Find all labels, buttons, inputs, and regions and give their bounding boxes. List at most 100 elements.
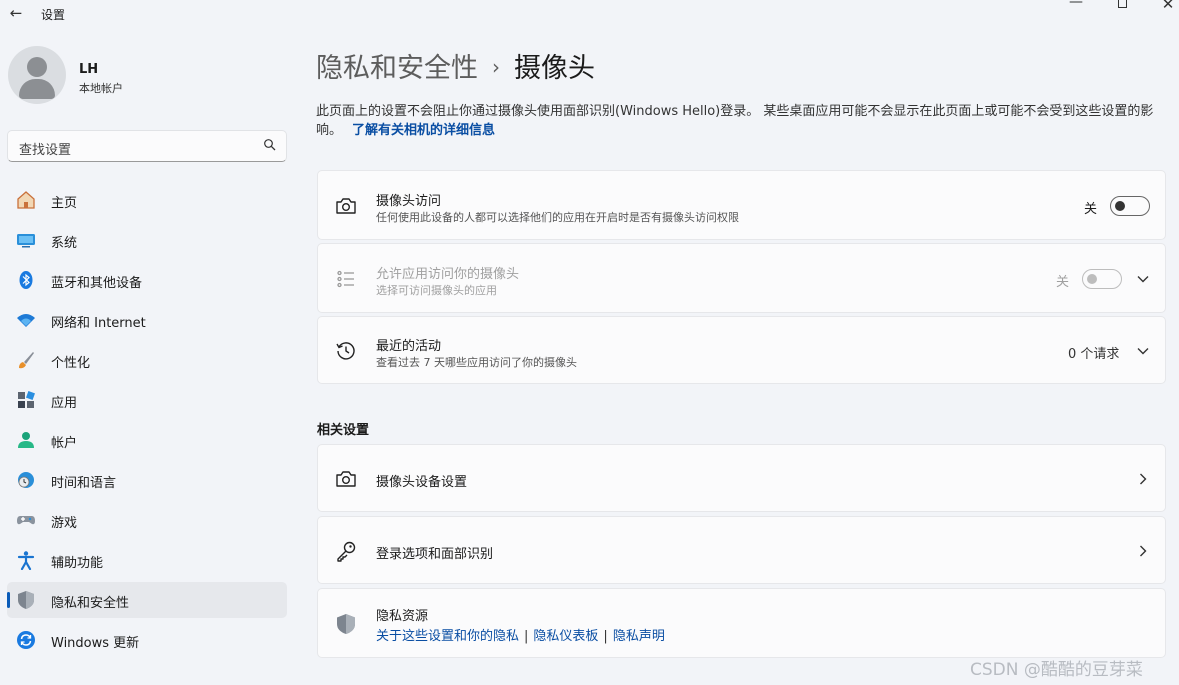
camera-access-toggle[interactable] bbox=[1110, 196, 1150, 216]
sidebar-item-label: 游戏 bbox=[51, 516, 78, 531]
camera-device-settings-link[interactable]: 摄像头设备设置 bbox=[317, 444, 1166, 512]
shield-icon bbox=[18, 591, 34, 609]
app-access-state: 关 bbox=[1056, 275, 1070, 290]
camera-icon bbox=[336, 471, 356, 487]
privacy-resources-card: 隐私资源 关于这些设置和你的隐私 | 隐私仪表板 | 隐私声明 bbox=[317, 588, 1166, 658]
sidebar-item-time-language[interactable]: 时间和语言 bbox=[7, 462, 287, 498]
camera-icon bbox=[336, 198, 356, 214]
sidebar-item-privacy-security[interactable]: 隐私和安全性 bbox=[7, 582, 287, 618]
minimize-icon: — bbox=[1069, 0, 1083, 10]
camera-access-subtitle: 任何使用此设备的人都可以选择他们的应用在开启时是否有摄像头访问权限 bbox=[376, 211, 739, 224]
active-indicator bbox=[7, 592, 10, 608]
list-icon bbox=[337, 270, 354, 288]
sidebar-nav: 主页 系统 蓝牙和其他设备 网络和 Internet 个性化 应用 帐户 时间和… bbox=[7, 182, 287, 662]
app-access-subtitle: 选择可访问摄像头的应用 bbox=[376, 284, 497, 297]
learn-more-link[interactable]: 了解有关相机的详细信息 bbox=[352, 123, 495, 138]
maximize-icon bbox=[1117, 0, 1127, 8]
page-title: 摄像头 bbox=[514, 53, 595, 84]
related-settings-heading: 相关设置 bbox=[317, 423, 370, 438]
system-icon bbox=[17, 234, 35, 248]
recent-activity-card[interactable]: 最近的活动 查看过去 7 天哪些应用访问了你的摄像头 0 个请求 bbox=[317, 316, 1166, 384]
search-input[interactable]: 查找设置 bbox=[7, 130, 287, 162]
recent-activity-title: 最近的活动 bbox=[376, 339, 442, 354]
home-icon bbox=[17, 191, 35, 209]
accessibility-icon bbox=[17, 551, 35, 570]
app-access-title: 允许应用访问你的摄像头 bbox=[376, 267, 520, 282]
gamepad-icon bbox=[17, 516, 35, 525]
sidebar-item-apps[interactable]: 应用 bbox=[7, 382, 287, 418]
avatar-body bbox=[19, 79, 55, 99]
page-description: 此页面上的设置不会阻止你通过摄像头使用面部识别(Windows Hello)登录… bbox=[316, 102, 1167, 140]
sidebar-item-windows-update[interactable]: Windows 更新 bbox=[7, 622, 287, 658]
sidebar-item-label: 帐户 bbox=[51, 436, 78, 451]
avatar-head bbox=[27, 57, 47, 77]
sidebar-item-label: 主页 bbox=[51, 196, 78, 211]
breadcrumb: 隐私和安全性 › 摄像头 bbox=[316, 46, 595, 85]
maximize-button[interactable] bbox=[1100, 0, 1144, 9]
camera-access-card: 摄像头访问 任何使用此设备的人都可以选择他们的应用在开启时是否有摄像头访问权限 … bbox=[317, 170, 1166, 240]
camera-device-settings-label: 摄像头设备设置 bbox=[376, 475, 468, 490]
sidebar-item-label: 应用 bbox=[51, 396, 78, 411]
user-account-type: 本地帐户 bbox=[79, 82, 123, 95]
user-name: LH bbox=[79, 62, 99, 77]
chevron-right-icon bbox=[1140, 473, 1147, 485]
privacy-statement-link[interactable]: 隐私声明 bbox=[613, 629, 665, 644]
link-separator: | bbox=[524, 629, 529, 644]
sidebar-item-label: 辅助功能 bbox=[51, 556, 104, 571]
sidebar-item-label: 时间和语言 bbox=[51, 476, 117, 491]
sidebar-item-gaming[interactable]: 游戏 bbox=[7, 502, 287, 538]
sign-in-options-label: 登录选项和面部识别 bbox=[376, 547, 494, 562]
close-icon: ✕ bbox=[1161, 0, 1175, 13]
chevron-down-icon[interactable] bbox=[1136, 344, 1150, 358]
sidebar-item-accessibility[interactable]: 辅助功能 bbox=[7, 542, 287, 578]
recent-activity-subtitle: 查看过去 7 天哪些应用访问了你的摄像头 bbox=[376, 356, 577, 369]
link-separator: | bbox=[603, 629, 608, 644]
app-access-card[interactable]: 允许应用访问你的摄像头 选择可访问摄像头的应用 关 bbox=[317, 243, 1166, 313]
key-icon bbox=[337, 541, 356, 562]
privacy-dashboard-link[interactable]: 隐私仪表板 bbox=[533, 629, 598, 644]
camera-access-title: 摄像头访问 bbox=[376, 194, 442, 209]
minimize-button[interactable]: — bbox=[1054, 0, 1098, 10]
sidebar-item-system[interactable]: 系统 bbox=[7, 222, 287, 258]
toggle-knob bbox=[1087, 274, 1097, 284]
main-content: 隐私和安全性 › 摄像头 此页面上的设置不会阻止你通过摄像头使用面部识别(Windo… bbox=[316, 28, 1167, 685]
apps-icon bbox=[18, 391, 35, 408]
history-icon bbox=[336, 342, 355, 360]
camera-access-state: 关 bbox=[1084, 202, 1098, 217]
watermark: CSDN @酷酷的豆芽菜 bbox=[970, 660, 1143, 680]
search-icon[interactable] bbox=[263, 138, 277, 152]
about-privacy-link[interactable]: 关于这些设置和你的隐私 bbox=[376, 629, 519, 644]
breadcrumb-separator: › bbox=[492, 55, 500, 79]
sidebar-item-label: 系统 bbox=[51, 236, 78, 251]
account-icon bbox=[18, 432, 34, 448]
sidebar-item-home[interactable]: 主页 bbox=[7, 182, 287, 218]
search-placeholder: 查找设置 bbox=[19, 143, 72, 158]
title-bar: ← 设置 — ✕ bbox=[0, 0, 1179, 28]
app-access-toggle[interactable] bbox=[1082, 269, 1122, 289]
avatar[interactable] bbox=[8, 46, 66, 104]
back-button[interactable]: ← bbox=[6, 4, 26, 24]
wifi-icon bbox=[17, 314, 35, 327]
bluetooth-icon bbox=[19, 271, 33, 289]
privacy-resources-title: 隐私资源 bbox=[376, 609, 429, 624]
sidebar-item-label: 蓝牙和其他设备 bbox=[51, 276, 143, 291]
back-arrow-icon: ← bbox=[9, 4, 23, 22]
update-icon bbox=[17, 631, 35, 649]
close-button[interactable]: ✕ bbox=[1146, 0, 1179, 13]
breadcrumb-parent[interactable]: 隐私和安全性 bbox=[316, 53, 478, 84]
sidebar-item-label: 隐私和安全性 bbox=[51, 596, 130, 611]
privacy-links: 关于这些设置和你的隐私 | 隐私仪表板 | 隐私声明 bbox=[376, 625, 665, 644]
sign-in-options-link[interactable]: 登录选项和面部识别 bbox=[317, 516, 1166, 584]
chevron-down-icon[interactable] bbox=[1136, 272, 1150, 286]
sidebar-item-accounts[interactable]: 帐户 bbox=[7, 422, 287, 458]
sidebar-item-label: 个性化 bbox=[51, 356, 91, 371]
app-title: 设置 bbox=[41, 8, 66, 22]
request-count: 0 个请求 bbox=[1068, 347, 1120, 362]
sidebar-item-network[interactable]: 网络和 Internet bbox=[7, 302, 287, 338]
sidebar: LH 本地帐户 查找设置 主页 系统 蓝牙和其他设备 网络和 Internet … bbox=[0, 28, 300, 685]
sidebar-item-bluetooth[interactable]: 蓝牙和其他设备 bbox=[7, 262, 287, 298]
brush-icon bbox=[19, 352, 34, 369]
sidebar-item-personalization[interactable]: 个性化 bbox=[7, 342, 287, 378]
chevron-right-icon bbox=[1140, 545, 1147, 557]
sidebar-item-label: 网络和 Internet bbox=[51, 316, 146, 331]
